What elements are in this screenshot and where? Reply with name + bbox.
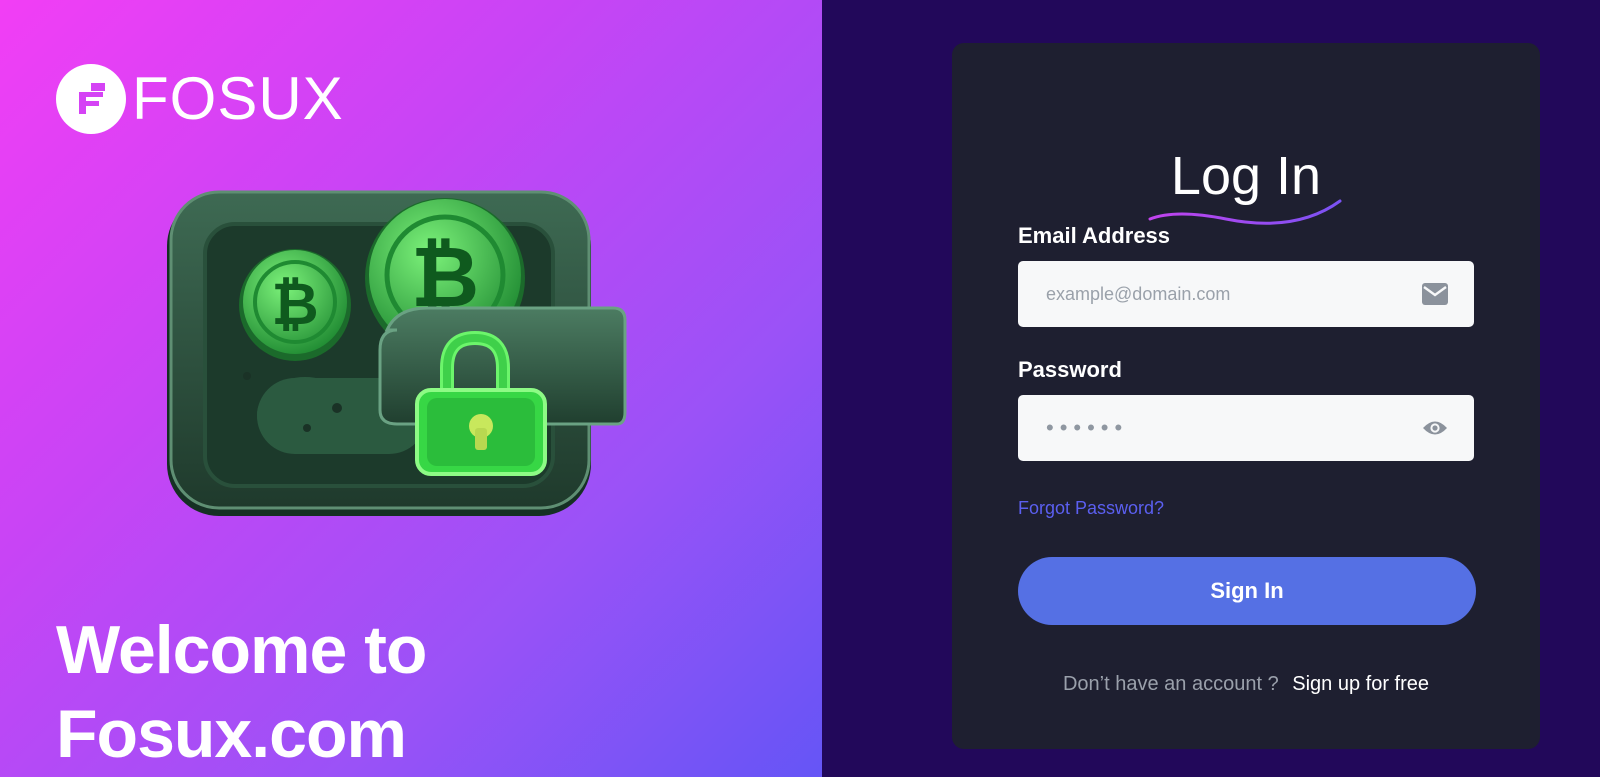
welcome-heading: Welcome to Fosux.com: [56, 608, 427, 776]
hero-panel: FOSUX ₿ ₿ Welcome to Fosux.com: [0, 0, 822, 777]
password-input[interactable]: ••••••: [1046, 415, 1128, 441]
email-field-box[interactable]: [1018, 261, 1474, 327]
mail-icon: [1422, 283, 1448, 305]
forgot-password-link[interactable]: Forgot Password?: [1018, 498, 1164, 519]
brand[interactable]: FOSUX: [56, 64, 344, 134]
login-card: Log In Email Address Password ••••••: [952, 43, 1540, 749]
welcome-line-1: Welcome to: [56, 612, 427, 688]
fosux-logo-icon: [56, 64, 126, 134]
welcome-line-2: Fosux.com: [56, 696, 407, 772]
title-underline-swoosh: [1148, 199, 1342, 225]
password-field-box[interactable]: ••••••: [1018, 395, 1474, 461]
password-label: Password: [1018, 357, 1122, 382]
eye-icon[interactable]: [1422, 419, 1448, 437]
crypto-wallet-lock-illustration: ₿ ₿: [165, 190, 645, 530]
email-input[interactable]: [1046, 283, 1406, 305]
no-account-text: Don’t have an account ?: [1062, 673, 1279, 695]
svg-text:₿: ₿: [271, 270, 318, 338]
signup-row: Don’t have an account ? Sign up for free: [952, 673, 1540, 696]
sign-up-link[interactable]: Sign up for free: [1292, 673, 1429, 695]
brand-name: FOSUX: [132, 65, 344, 132]
sign-in-button[interactable]: Sign In: [1018, 557, 1476, 625]
email-label: Email Address: [1018, 223, 1171, 248]
